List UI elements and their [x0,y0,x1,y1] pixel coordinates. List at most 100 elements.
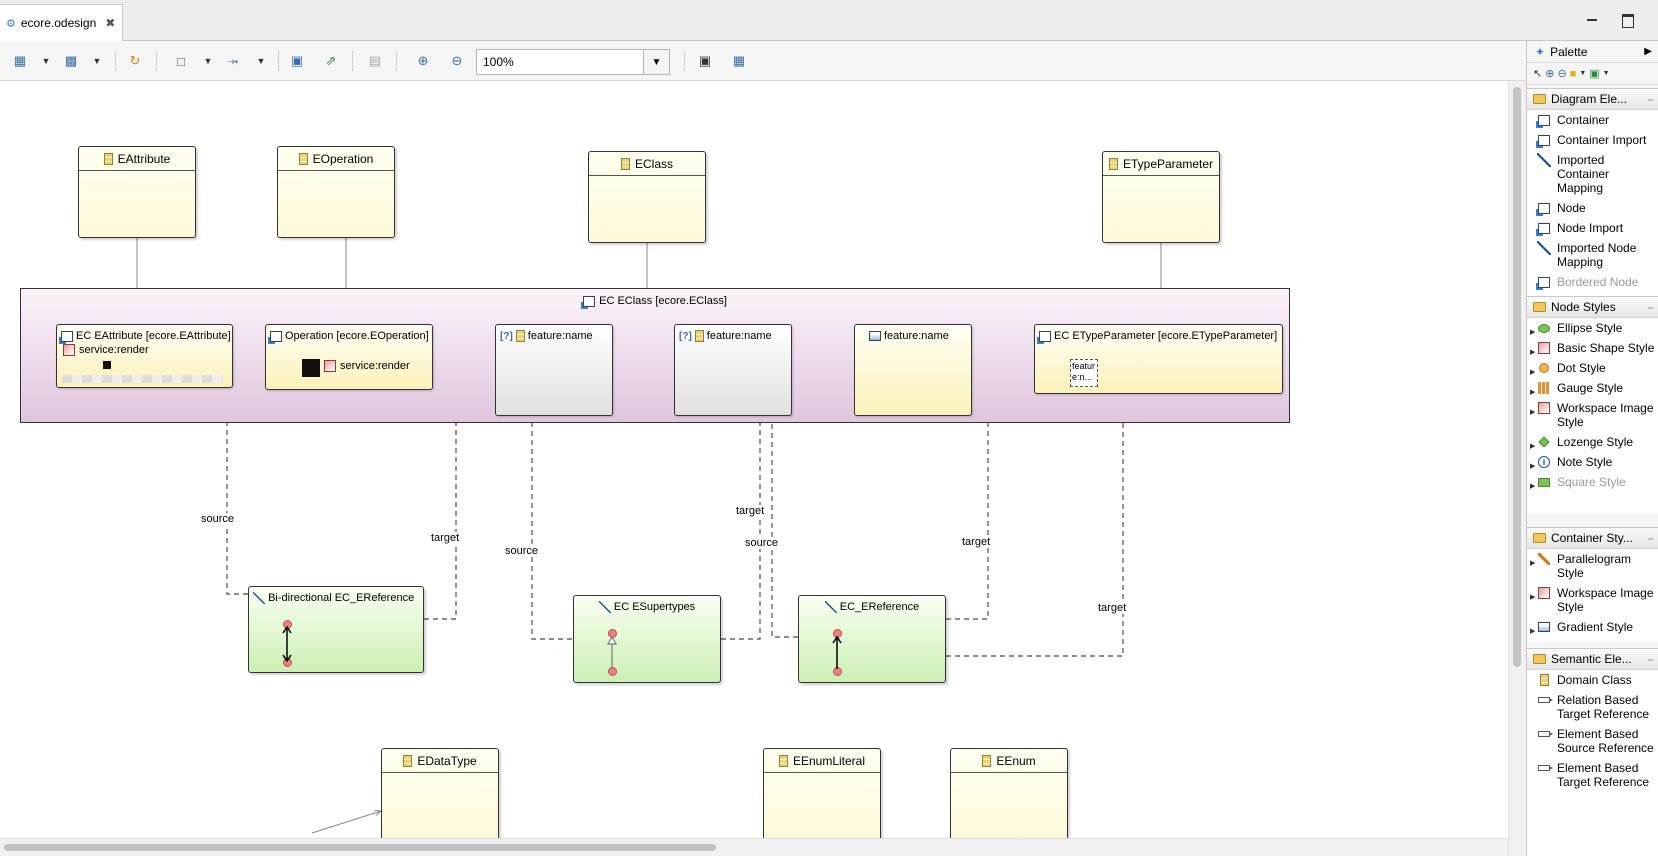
paste-format-icon[interactable]: ▤ [366,52,384,70]
arrange-dropdown-icon[interactable]: ▼ [41,52,51,70]
diagram-canvas[interactable]: EAttribute EOperation EClass ETypeParame… [0,81,1508,838]
zoom-combo[interactable]: ▼ [476,49,670,75]
select-all-icon[interactable]: ▩ [62,52,80,70]
layers-dropdown-icon[interactable]: ▼ [203,52,213,70]
zoom-out-icon[interactable]: ⊖ [448,52,466,70]
palette-item-workspace-image-style[interactable]: ▶ Workspace Image Style [1527,583,1658,617]
image-placeholder [103,361,111,369]
expand-triangle-icon[interactable]: ▶ [1530,557,1535,571]
export-icon[interactable]: ⇗ [322,52,340,70]
palette-item-node[interactable]: Node [1527,198,1658,218]
palette-item-imported-node-mapping[interactable]: Imported Node Mapping [1527,238,1658,272]
zoom-out-tool-icon[interactable]: ⊖ [1557,67,1566,80]
palette-item-lozenge-style[interactable]: ▶ Lozenge Style [1527,432,1658,452]
palette-item-dot-style[interactable]: ▶ Dot Style [1527,358,1658,378]
palette-item-element-based-source-reference[interactable]: Element Based Source Reference [1527,724,1658,758]
maximize-icon[interactable] [1620,12,1634,28]
subnode-feature-3[interactable]: feature:name [854,324,972,416]
subnode-feature-1[interactable]: [?] feature:name [495,324,613,416]
edge-node-esupertypes[interactable]: EC ESupertypes [573,595,721,683]
vertical-scrollbar[interactable] [1508,81,1526,856]
expand-triangle-icon[interactable]: ▶ [1530,480,1535,494]
tab-ecore-odesign[interactable]: ⚙ ecore.odesign ✖ [0,4,123,41]
expand-triangle-icon[interactable]: ▶ [1530,591,1535,605]
drawer-header[interactable]: Diagram Ele... ⇔ [1527,88,1658,110]
zoom-dropdown-icon[interactable]: ▼ [643,50,669,74]
palette-item-container[interactable]: Container [1527,110,1658,130]
drawer-header[interactable]: Container Sty... ⇔ [1527,527,1658,549]
palette-item-label: Relation Based Target Reference [1557,693,1650,721]
pin-tool-icon[interactable]: ▣ [1589,67,1599,80]
class-edatatype[interactable]: EDataType [381,748,499,838]
palette-item-note-style[interactable]: ▶ i Note Style [1527,452,1658,472]
palette-item-gradient-style[interactable]: ▶ Gradient Style [1527,617,1658,637]
pin-dropdown-icon[interactable]: ▼ [1603,70,1610,77]
container-ec-eclass[interactable]: EC EClass [ecore.EClass] EC EAttribute [… [20,288,1290,423]
palette-item-domain-class[interactable]: Domain Class [1527,670,1658,690]
drawer-title: Diagram Ele... [1551,92,1628,106]
palette-item-workspace-image-style[interactable]: ▶ Workspace Image Style [1527,398,1658,432]
note-tool-icon[interactable]: ■ [1570,68,1577,80]
refresh-icon[interactable]: ↻ [126,52,144,70]
pin-icon[interactable]: ⇔ [1646,533,1655,543]
zoom-in-icon[interactable]: ⊕ [414,52,432,70]
select-tool-icon[interactable]: ↖ [1533,67,1542,80]
diagram-layout-icon[interactable]: ▦ [730,52,748,70]
class-eclass[interactable]: EClass [588,151,706,243]
palette-item-relation-based-target-reference[interactable]: Relation Based Target Reference [1527,690,1658,724]
palette-item-bordered-node[interactable]: Bordered Node [1527,272,1658,292]
camera-icon[interactable]: ▣ [696,52,714,70]
gradient-icon [1538,622,1550,632]
edge-node-ec-ereference[interactable]: EC_EReference [798,595,946,683]
palette-item-imported-container-mapping[interactable]: Imported Container Mapping [1527,150,1658,198]
class-eenumliteral[interactable]: EEnumLiteral [763,748,881,838]
class-eenum[interactable]: EEnum [950,748,1068,838]
palette-item-square-style[interactable]: ▶ Square Style [1527,472,1658,492]
horizontal-scrollbar[interactable] [0,838,1508,856]
pin-icon[interactable]: ⇔ [1646,654,1655,664]
bidirectional-arrow-icon [282,625,292,663]
zoom-input[interactable] [477,50,643,74]
select-dropdown-icon[interactable]: ▼ [92,52,102,70]
zoom-in-tool-icon[interactable]: ⊕ [1545,67,1554,80]
palette-item-element-based-target-reference[interactable]: Element Based Target Reference [1527,758,1658,792]
drawer-header[interactable]: Node Styles ⇔ [1527,296,1658,318]
palette-item-basic-shape-style[interactable]: ▶ Basic Shape Style [1527,338,1658,358]
subnode-ec-eattribute[interactable]: EC EAttribute [ecore.EAttribute] service… [56,324,233,388]
layers-icon[interactable]: □ [172,52,190,70]
pin-icon[interactable]: ⇔ [1646,302,1655,312]
subnode-title: EC ETypeParameter [ecore.ETypeParameter] [1054,330,1278,342]
note-dropdown-icon[interactable]: ▼ [1579,70,1586,77]
minimize-icon[interactable] [1585,12,1599,26]
gradient-style-icon [869,331,881,341]
subnode-feature-2[interactable]: [?] feature:name [674,324,792,416]
class-eoperation[interactable]: EOperation [277,146,395,238]
palette-item-parallelogram-style[interactable]: ▶ Parallelogram Style [1527,549,1658,583]
class-eattribute[interactable]: EAttribute [78,146,196,238]
subnode-ec-etypeparameter[interactable]: EC ETypeParameter [ecore.ETypeParameter]… [1034,324,1283,394]
expand-triangle-icon[interactable]: ▶ [1530,625,1535,639]
palette-item-label: Gauge Style [1557,381,1624,395]
pin-icon[interactable]: ⇔ [1646,94,1655,104]
expand-triangle-icon[interactable]: ▶ [1530,406,1535,420]
folder-icon [1533,533,1546,543]
palette-item-ellipse-style[interactable]: ▶ Ellipse Style [1527,318,1658,338]
pin-icon[interactable]: ▣ [288,52,306,70]
drawer-header[interactable]: Semantic Ele... ⇔ [1527,648,1658,670]
scroll-thumb[interactable] [1513,87,1521,667]
edge-node-bidirectional-ereference[interactable]: Bi-directional EC_EReference [248,586,424,673]
palette-hide-icon[interactable]: ▶ [1644,46,1652,57]
scroll-thumb[interactable] [4,844,716,851]
subnode-operation[interactable]: Operation [ecore.EOperation] service:ren… [265,324,433,390]
palette-item-gauge-style[interactable]: ▶ Gauge Style [1527,378,1658,398]
node-import-icon [1536,222,1550,236]
node-icon [268,330,282,344]
arrange-all-icon[interactable]: ▦ [11,52,29,70]
filters-dropdown-icon[interactable]: ▼ [256,52,266,70]
close-icon[interactable]: ✖ [105,16,115,30]
inner-feature-node[interactable]: featur e:n... [1070,359,1098,387]
palette-item-node-import[interactable]: Node Import [1527,218,1658,238]
palette-item-container-import[interactable]: Container Import [1527,130,1658,150]
filters-icon[interactable]: ⤞ [224,52,242,70]
class-etypeparameter[interactable]: ETypeParameter [1102,151,1220,243]
